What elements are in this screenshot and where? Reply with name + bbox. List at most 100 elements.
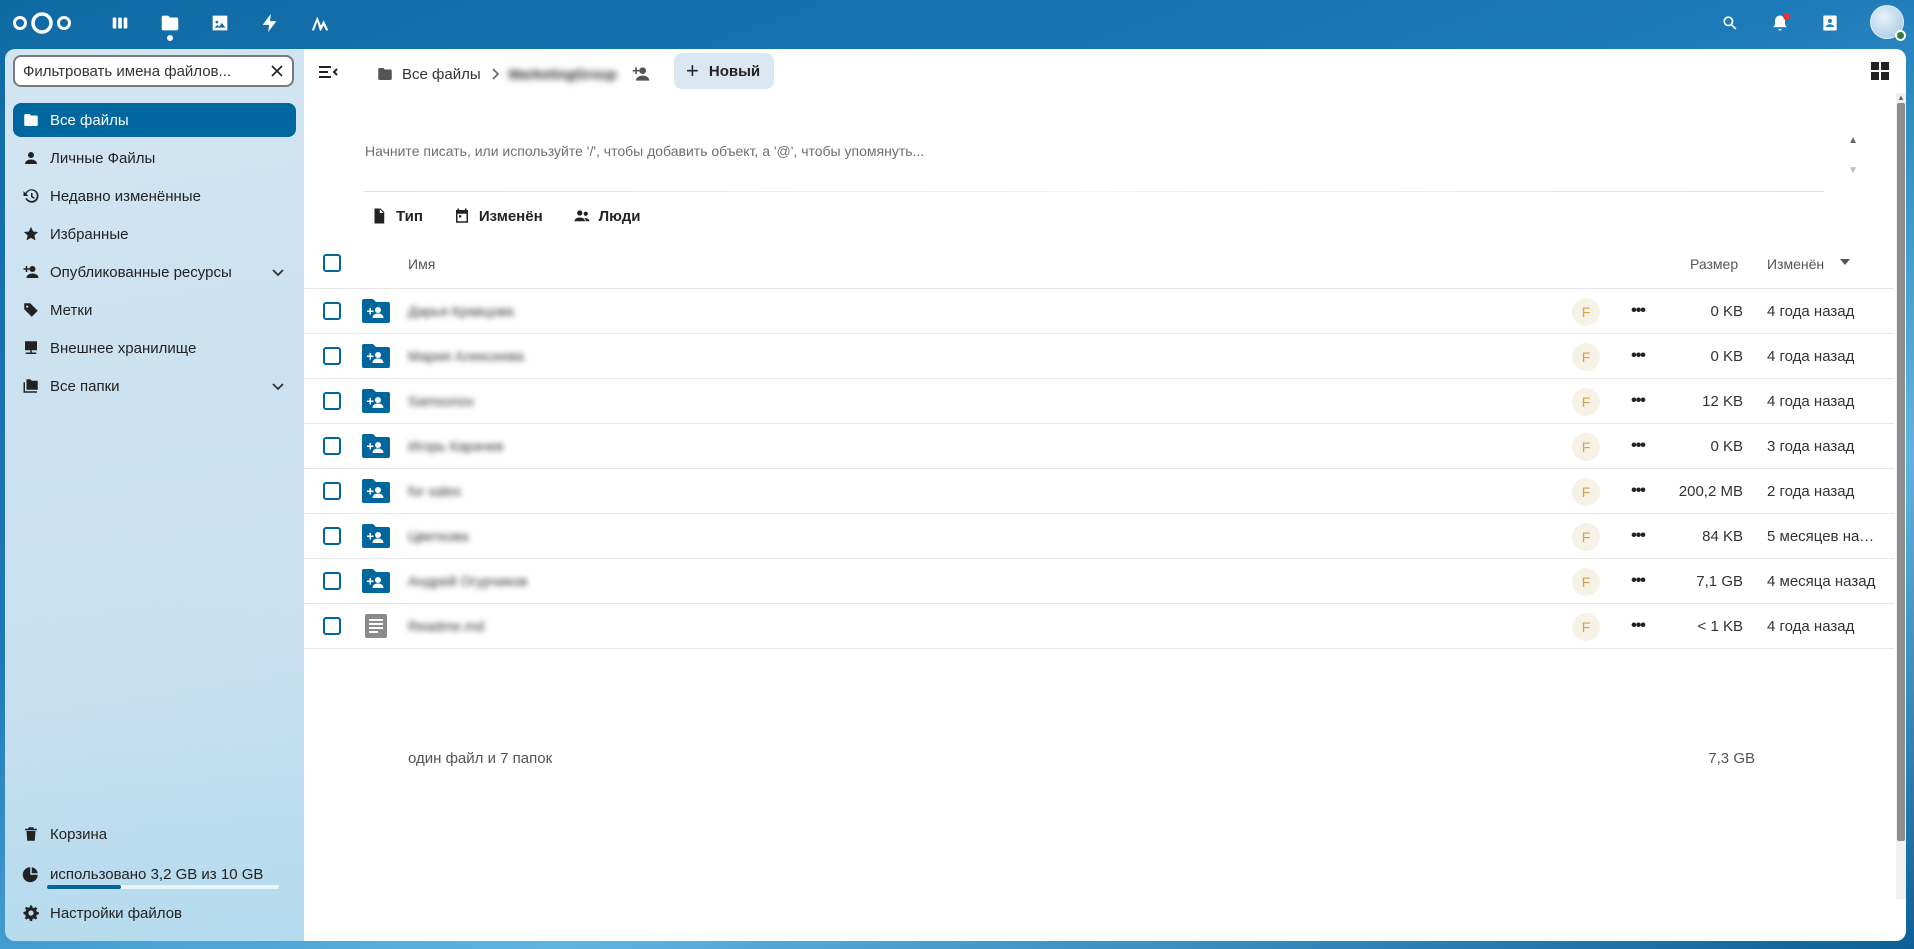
photos-app-icon[interactable]	[206, 9, 234, 37]
breadcrumb-root[interactable]: Все файлы	[376, 65, 481, 83]
table-row[interactable]: Мария Алексеева F ••• 0 KB 4 года назад	[304, 334, 1894, 379]
file-size: 0 KB	[1710, 348, 1743, 365]
row-checkbox[interactable]	[323, 527, 341, 545]
search-icon[interactable]	[1716, 9, 1744, 37]
notes-app-icon[interactable]	[306, 9, 334, 37]
column-name-header[interactable]: Имя	[408, 256, 435, 272]
row-checkbox[interactable]	[323, 302, 341, 320]
file-name[interactable]: Андрей Огурчиков	[408, 573, 527, 589]
owner-avatar[interactable]: F	[1572, 568, 1600, 596]
nextcloud-logo-icon[interactable]	[12, 11, 72, 35]
share-icon[interactable]	[631, 64, 651, 84]
scrollbar-thumb[interactable]	[1897, 103, 1905, 841]
sidebar-item-settings[interactable]: Настройки файлов	[13, 896, 296, 930]
table-row[interactable]: Цветкова F ••• 84 KB 5 месяцев назад	[304, 514, 1894, 559]
sidebar-item-label: Все файлы	[50, 111, 129, 129]
column-size-header[interactable]: Размер	[1690, 256, 1738, 272]
sidebar-item-shares[interactable]: Опубликованные ресурсы	[13, 255, 296, 289]
sidebar-item-trash[interactable]: Корзина	[13, 817, 296, 851]
shared-folder-icon[interactable]	[360, 297, 392, 325]
file-name[interactable]: Игорь Карачев	[408, 438, 503, 454]
row-checkbox[interactable]	[323, 572, 341, 590]
file-name[interactable]: Readme.md	[408, 618, 484, 634]
owner-avatar[interactable]: F	[1572, 433, 1600, 461]
text-file-icon[interactable]	[360, 612, 392, 640]
breadcrumb-current[interactable]: MarketingGroup	[509, 66, 617, 82]
app-navigation-sidebar: Все файлы Личные Файлы Недавно изменённы…	[5, 49, 304, 941]
close-icon[interactable]	[269, 63, 285, 79]
file-name[interactable]: Мария Алексеева	[408, 348, 524, 364]
sidebar-item-all-folders[interactable]: Все папки	[13, 369, 296, 403]
more-actions-icon[interactable]: •••	[1626, 299, 1650, 323]
owner-avatar[interactable]: F	[1572, 298, 1600, 326]
sidebar-item-all-files[interactable]: Все файлы	[13, 103, 296, 137]
filter-modified-label: Изменён	[478, 207, 543, 225]
toggle-navigation-icon[interactable]	[316, 61, 340, 85]
more-actions-icon[interactable]: •••	[1626, 614, 1650, 638]
row-checkbox[interactable]	[323, 437, 341, 455]
more-actions-icon[interactable]: •••	[1626, 344, 1650, 368]
sidebar-item-favorites[interactable]: Избранные	[13, 217, 296, 251]
sidebar-item-tags[interactable]: Метки	[13, 293, 296, 327]
file-name[interactable]: for sales	[408, 483, 461, 499]
chevron-down-icon[interactable]	[270, 264, 286, 280]
chevron-down-icon[interactable]	[270, 378, 286, 394]
activity-app-icon[interactable]	[256, 9, 284, 37]
breadcrumb: Все файлы MarketingGroup	[376, 57, 651, 91]
shared-folder-icon[interactable]	[360, 567, 392, 595]
table-row[interactable]: Дарья Кравцова F ••• 0 KB 4 года назад	[304, 289, 1894, 334]
table-row[interactable]: Samsonov F ••• 12 KB 4 года назад	[304, 379, 1894, 424]
scrollbar[interactable]: ▲	[1896, 93, 1906, 899]
file-filters: Тип Изменён Люди	[370, 207, 671, 225]
table-row[interactable]: Игорь Карачев F ••• 0 KB 3 года назад	[304, 424, 1894, 469]
sidebar-item-label: Личные Файлы	[50, 149, 156, 167]
file-name[interactable]: Дарья Кравцова	[408, 303, 514, 319]
row-checkbox[interactable]	[323, 347, 341, 365]
owner-avatar[interactable]: F	[1572, 523, 1600, 551]
shared-folder-icon[interactable]	[360, 342, 392, 370]
filter-filenames-input[interactable]	[23, 62, 253, 80]
share-icon	[22, 263, 40, 281]
more-actions-icon[interactable]: •••	[1626, 434, 1650, 458]
owner-avatar[interactable]: F	[1572, 343, 1600, 371]
row-checkbox[interactable]	[323, 482, 341, 500]
dashboard-icon[interactable]	[106, 9, 134, 37]
shared-folder-icon[interactable]	[360, 522, 392, 550]
filter-modified-button[interactable]: Изменён	[453, 207, 543, 225]
sidebar-item-external-storage[interactable]: Внешнее хранилище	[13, 331, 296, 365]
owner-avatar[interactable]: F	[1572, 388, 1600, 416]
file-name[interactable]: Цветкова	[408, 528, 469, 544]
owner-avatar[interactable]: F	[1572, 478, 1600, 506]
scroll-up-arrow[interactable]: ▲	[1897, 93, 1905, 102]
files-app-icon[interactable]	[156, 9, 184, 41]
table-row[interactable]: Readme.md F ••• < 1 KB 4 года назад	[304, 604, 1894, 649]
filter-type-button[interactable]: Тип	[370, 207, 423, 225]
select-all-checkbox[interactable]	[323, 254, 341, 272]
table-row[interactable]: for sales F ••• 200,2 MB 2 года назад	[304, 469, 1894, 514]
column-modified-header[interactable]: Изменён	[1767, 256, 1824, 272]
new-button[interactable]: + Новый	[674, 53, 775, 89]
filter-filenames-field[interactable]	[13, 55, 294, 87]
sidebar-item-personal-files[interactable]: Личные Файлы	[13, 141, 296, 175]
shared-folder-icon[interactable]	[360, 432, 392, 460]
owner-avatar[interactable]: F	[1572, 613, 1600, 641]
rich-workspace-editor[interactable]: Начните писать, или используйте '/', что…	[365, 143, 924, 159]
sidebar-item-recent[interactable]: Недавно изменённые	[13, 179, 296, 213]
table-row[interactable]: Андрей Огурчиков F ••• 7,1 GB 4 месяца назад	[304, 559, 1894, 604]
file-name[interactable]: Samsonov	[408, 393, 474, 409]
filter-type-label: Тип	[396, 207, 423, 225]
shared-folder-icon[interactable]	[360, 477, 392, 505]
grid-view-icon[interactable]	[1870, 61, 1890, 81]
more-actions-icon[interactable]: •••	[1626, 569, 1650, 593]
more-actions-icon[interactable]: •••	[1626, 389, 1650, 413]
bell-icon[interactable]	[1766, 9, 1794, 37]
row-checkbox[interactable]	[323, 617, 341, 635]
collapse-up-icon[interactable]: ▲	[1848, 135, 1858, 146]
more-actions-icon[interactable]: •••	[1626, 479, 1650, 503]
contacts-icon[interactable]	[1816, 9, 1844, 37]
more-actions-icon[interactable]: •••	[1626, 524, 1650, 548]
filter-people-button[interactable]: Люди	[573, 207, 641, 225]
row-checkbox[interactable]	[323, 392, 341, 410]
shared-folder-icon[interactable]	[360, 387, 392, 415]
expand-down-icon[interactable]: ▼	[1848, 165, 1858, 176]
